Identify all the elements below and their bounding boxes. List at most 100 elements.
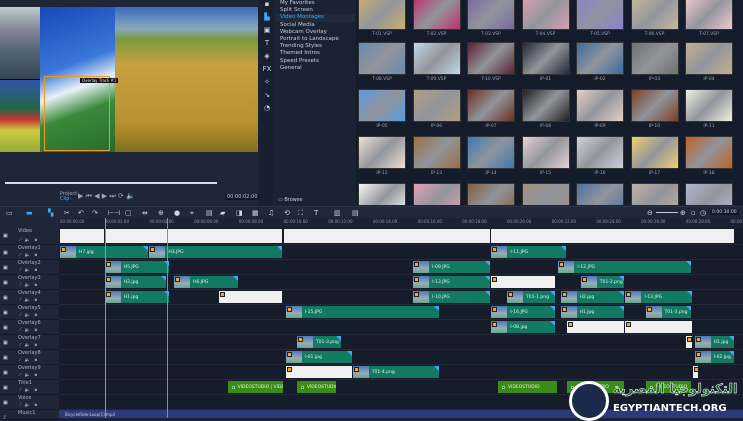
template-thumbnail[interactable] xyxy=(631,89,679,122)
category-item[interactable]: Trending Styles xyxy=(275,43,355,50)
template-thumbnail[interactable] xyxy=(413,136,461,169)
track-controls[interactable]: ⁄🔈▪ xyxy=(20,328,41,333)
graphics-icon[interactable]: ◈ xyxy=(260,52,274,65)
track-header[interactable]: ▣Overlay9⁄🔈▪ xyxy=(0,365,59,380)
motion-icon[interactable]: ✧ xyxy=(260,78,274,91)
blank-clip[interactable] xyxy=(686,336,692,348)
track-controls[interactable]: ⁄🔈▪ xyxy=(20,358,41,363)
auto-music-icon[interactable]: ▤ xyxy=(352,209,359,217)
track-icon[interactable]: ▣ xyxy=(3,370,8,376)
transition-icon[interactable]: ▣ xyxy=(260,26,274,39)
track-icon[interactable]: ▣ xyxy=(3,355,8,361)
instant-project-icon[interactable]: ▙ xyxy=(260,13,274,26)
template-thumbnail[interactable] xyxy=(413,42,461,75)
track-icon[interactable]: ▣ xyxy=(3,233,8,239)
overlay-clip[interactable]: T01-2.png xyxy=(581,276,625,288)
overlay-clip[interactable]: I-08.jpg xyxy=(491,321,555,333)
zoom-in-icon[interactable]: ⊕ xyxy=(680,209,686,217)
template-thumbnail[interactable] xyxy=(358,89,406,122)
template-thumbnail[interactable] xyxy=(685,136,733,169)
preview-scrubber[interactable] xyxy=(5,182,217,184)
overlay-clip[interactable]: I-09.JPG xyxy=(413,261,490,273)
repeat-icon[interactable]: ⟳ xyxy=(118,192,126,200)
category-item[interactable]: Social Media xyxy=(275,22,355,29)
template-thumbnail[interactable] xyxy=(522,136,570,169)
title-clip[interactable]: VIDEOSTUDIO xyxy=(297,381,336,393)
title-clip[interactable]: VIDEOSTUDIO | VIDEOS xyxy=(228,381,283,393)
end-icon[interactable]: ⏭ xyxy=(109,192,118,200)
home-icon[interactable]: ⏮ xyxy=(86,192,95,200)
template-thumbnail[interactable] xyxy=(358,136,406,169)
overlay-clip[interactable]: T01-1.png xyxy=(507,291,555,303)
track-icon[interactable]: ▣ xyxy=(3,280,8,286)
track-header[interactable]: ▣Overlay4⁄🔈▪ xyxy=(0,290,59,305)
template-thumbnail[interactable] xyxy=(358,183,406,205)
play-icon[interactable]: ▶ xyxy=(78,192,86,200)
overlay-clip[interactable]: H5.JPG xyxy=(105,261,169,273)
template-thumbnail[interactable] xyxy=(522,42,570,75)
overlay-clip[interactable]: I-02.jpg xyxy=(695,351,734,363)
path-icon[interactable]: ↘ xyxy=(260,91,274,104)
motion-track-icon[interactable]: ⌖ xyxy=(190,209,194,218)
track-header[interactable]: ▣Overlay1⁄🔈▪ xyxy=(0,245,59,260)
split-icon[interactable]: ⊢⊣ xyxy=(108,209,120,217)
title-icon[interactable]: T xyxy=(260,39,274,52)
template-thumbnail[interactable] xyxy=(467,136,515,169)
template-thumbnail[interactable] xyxy=(467,42,515,75)
blank-clip[interactable] xyxy=(219,291,283,303)
track-icon[interactable]: ▣ xyxy=(3,295,8,301)
speed-icon[interactable]: ◔ xyxy=(260,104,274,117)
timeline-view-icon[interactable]: ▬ xyxy=(26,209,33,217)
preview-canvas[interactable]: Overlay Track #1 xyxy=(0,7,258,152)
browse-button[interactable]: ▭ Browse xyxy=(278,197,303,203)
overlay-clip[interactable]: I-16.JPG xyxy=(491,306,555,318)
overlay-clip[interactable]: H3.JPG xyxy=(149,246,282,258)
undo-icon[interactable]: ↶ xyxy=(78,209,84,217)
template-thumbnail[interactable] xyxy=(467,89,515,122)
template-thumbnail[interactable] xyxy=(631,136,679,169)
template-thumbnail[interactable] xyxy=(358,0,406,30)
track-icon[interactable]: ▣ xyxy=(3,340,8,346)
template-thumbnail[interactable] xyxy=(685,183,733,205)
template-thumbnail[interactable] xyxy=(685,89,733,122)
track-controls[interactable]: ⁄🔈▪ xyxy=(20,298,41,303)
track-header[interactable]: ▣Voice⁄🔈▪ xyxy=(0,395,59,410)
blank-clip[interactable] xyxy=(60,229,104,243)
overlay-clip[interactable]: T01-3.png xyxy=(646,306,692,318)
blank-clip[interactable] xyxy=(284,229,491,243)
sound-mixer-icon[interactable]: ▥ xyxy=(334,209,341,217)
blank-clip[interactable] xyxy=(693,366,699,378)
overlay-clip[interactable]: I-13.JPG xyxy=(413,276,490,288)
overlay-clip[interactable]: H6.JPG xyxy=(174,276,238,288)
text-icon[interactable]: T xyxy=(314,209,318,217)
template-thumbnail[interactable] xyxy=(631,0,679,30)
track-header[interactable]: ▣Overlay7⁄🔈▪ xyxy=(0,335,59,350)
blank-clip[interactable] xyxy=(567,321,624,333)
category-item[interactable]: My Favorites xyxy=(275,0,355,7)
template-thumbnail[interactable] xyxy=(576,183,624,205)
title-clip[interactable]: VIDEOSTUDIO xyxy=(498,381,557,393)
track-controls[interactable]: ⁄🔈▪ xyxy=(20,313,41,318)
trim-icon[interactable]: ⇹ xyxy=(142,209,148,217)
track-icon[interactable]: ▣ xyxy=(3,385,8,391)
blank-clip[interactable] xyxy=(105,229,283,243)
category-item[interactable]: Portrait to Landscape xyxy=(275,36,355,43)
track-header[interactable]: ▣Overlay6⁄🔈▪ xyxy=(0,320,59,335)
template-thumbnail[interactable] xyxy=(576,136,624,169)
track-controls[interactable]: ⁄🔈▪ xyxy=(20,373,41,378)
track-icon[interactable]: ▣ xyxy=(3,325,8,331)
cut-icon[interactable]: ✂ xyxy=(64,209,70,217)
category-item[interactable]: Video Montages xyxy=(275,14,355,21)
zoom-slider[interactable] xyxy=(656,212,678,213)
template-thumbnail[interactable] xyxy=(576,0,624,30)
template-thumbnail[interactable] xyxy=(576,42,624,75)
overlay-clip[interactable]: H2.jpg xyxy=(561,291,625,303)
template-thumbnail[interactable] xyxy=(467,0,515,30)
category-item[interactable]: Themed Intros xyxy=(275,50,355,57)
track-header[interactable]: ▣Title1⁄🔈▪ xyxy=(0,380,59,395)
subtitle-icon[interactable]: ▤ xyxy=(206,209,213,217)
template-thumbnail[interactable] xyxy=(631,42,679,75)
overlay-clip[interactable]: H1.jpg xyxy=(695,336,734,348)
track-icon[interactable]: ▣ xyxy=(3,310,8,316)
blank-clip[interactable] xyxy=(491,276,555,288)
